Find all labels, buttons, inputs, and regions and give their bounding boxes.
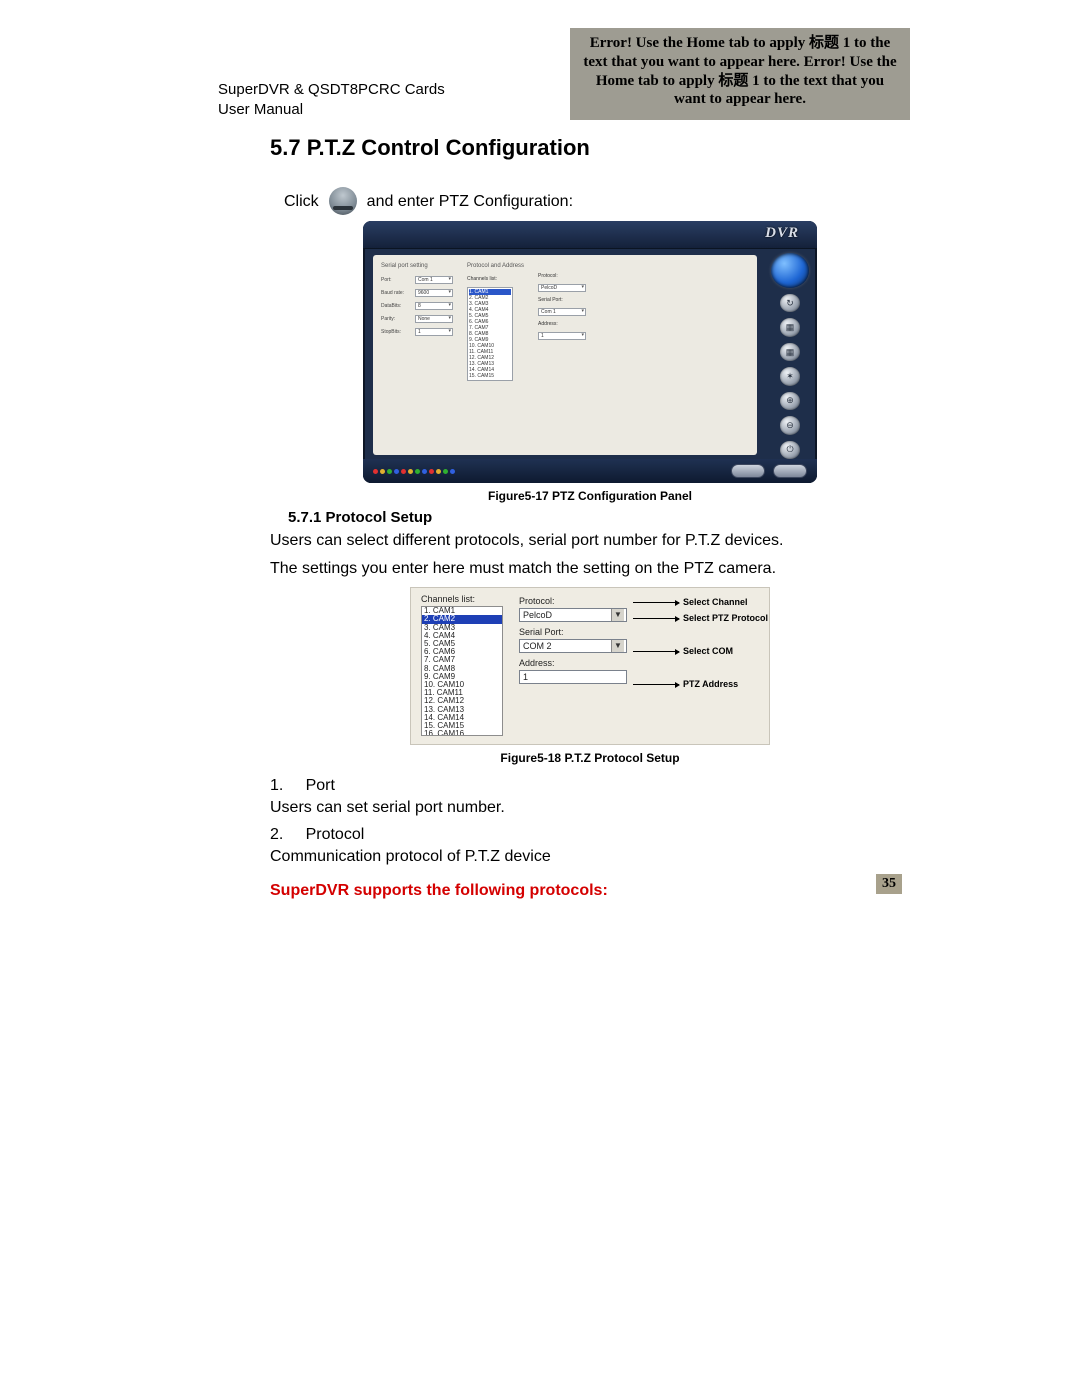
led-icon <box>394 469 399 474</box>
side-button[interactable]: ⊕ <box>780 392 800 410</box>
address-label: Address: <box>519 658 759 668</box>
serialport-label: Serial Port: <box>519 627 759 637</box>
annot-select-protocol: Select PTZ Protocol <box>683 613 768 623</box>
led-icon <box>436 469 441 474</box>
stopbits-dropdown[interactable]: 1 <box>415 328 453 336</box>
ptz-form-area: Serial port setting Port: Com 1 Baud rate… <box>373 255 757 455</box>
ptz-joystick-icon[interactable] <box>771 253 809 288</box>
stopbits-label: StopBits: <box>381 329 411 335</box>
fig1-channel-list[interactable]: 1. CAM1 2. CAM2 3. CAM3 4. CAM4 5. CAM5 … <box>467 287 513 381</box>
item1-desc: Users can set serial port number. <box>270 797 910 819</box>
databits-dropdown[interactable]: 8 <box>415 302 453 310</box>
serialport-dropdown[interactable]: Com 1 <box>538 308 586 316</box>
list-item[interactable]: 15. CAM15 <box>469 373 511 379</box>
footer-button[interactable] <box>773 464 807 478</box>
parity-dropdown[interactable]: None <box>415 315 453 323</box>
dvr-side-controls: ↻ ▦ ▦ ✶ ⊕ ⊖ ⏻ <box>763 249 817 459</box>
address-label: Address: <box>538 321 586 327</box>
led-icon <box>429 469 434 474</box>
item2-desc: Communication protocol of P.T.Z device <box>270 846 910 868</box>
led-icon <box>450 469 455 474</box>
section-heading: 5.7 P.T.Z Control Configuration <box>270 135 910 161</box>
ptz-config-panel: DVR Serial port setting Port: Com 1 Baud … <box>363 221 817 483</box>
led-icon <box>443 469 448 474</box>
annot-ptz-address: PTZ Address <box>683 679 738 689</box>
channel-list-column: Protocol and Address Channels list: 1. C… <box>467 263 524 447</box>
led-icon <box>415 469 420 474</box>
click-instruction: Click and enter PTZ Configuration: <box>284 183 910 211</box>
side-button[interactable]: ⊖ <box>780 416 800 434</box>
supported-protocols-note: SuperDVR supports the following protocol… <box>270 882 910 900</box>
page-number: 35 <box>876 874 902 894</box>
protocol-section-title: Protocol and Address <box>467 263 524 269</box>
baud-dropdown[interactable]: 9600 <box>415 289 453 297</box>
address-input[interactable]: 1 <box>538 332 586 340</box>
doc-title-line2: User Manual <box>218 100 445 120</box>
port-label: Port: <box>381 277 411 283</box>
item2-num: 2. <box>270 826 283 843</box>
header-error-banner: Error! Use the Home tab to apply 标题 1 to… <box>570 28 910 120</box>
doc-title-line1: SuperDVR & QSDT8PCRC Cards <box>218 80 445 100</box>
arrow-line <box>633 618 679 619</box>
arrow-line <box>633 602 679 603</box>
dvr-titlebar: DVR <box>363 221 817 249</box>
parity-label: Parity: <box>381 316 411 322</box>
led-icon <box>380 469 385 474</box>
list-item[interactable]: 16. CAM16 <box>422 730 502 736</box>
click-prefix-text: Click <box>284 193 319 211</box>
footer-button[interactable] <box>731 464 765 478</box>
figure-5-18: Channels list: 1. CAM1 2. CAM2 3. CAM3 4… <box>270 587 910 765</box>
subsection-heading: 5.7.1 Protocol Setup <box>288 509 910 526</box>
chlist-label: Channels list: <box>467 276 524 282</box>
side-button[interactable]: ▦ <box>780 343 800 361</box>
led-icon <box>408 469 413 474</box>
serial-port-settings: Serial port setting Port: Com 1 Baud rate… <box>381 263 453 447</box>
paragraph: The settings you enter here must match t… <box>270 558 910 580</box>
serial-section-title: Serial port setting <box>381 263 453 269</box>
paragraph: Users can select different protocols, se… <box>270 530 910 552</box>
dvr-footer <box>363 459 817 483</box>
dvr-logo: DVR <box>765 225 799 242</box>
item2-title: Protocol <box>306 826 365 843</box>
side-button[interactable]: ⏻ <box>780 441 800 459</box>
address-input[interactable]: 1 <box>519 670 627 684</box>
figure-5-17: DVR Serial port setting Port: Com 1 Baud … <box>270 221 910 503</box>
led-icon <box>387 469 392 474</box>
channel-column: Channels list: 1. CAM1 2. CAM2 3. CAM3 4… <box>421 594 507 736</box>
serialport-combo[interactable]: COM 2 <box>519 639 627 653</box>
led-icon <box>373 469 378 474</box>
arrow-line <box>633 684 679 685</box>
annot-select-channel: Select Channel <box>683 597 748 607</box>
document-header: SuperDVR & QSDT8PCRC Cards User Manual <box>218 80 445 121</box>
figure1-caption: Figure5-17 PTZ Configuration Panel <box>488 489 692 503</box>
page-content: 5.7 P.T.Z Control Configuration Click an… <box>270 135 910 900</box>
click-suffix-text: and enter PTZ Configuration: <box>367 193 573 211</box>
item1-title: Port <box>306 777 335 794</box>
protocol-column: Protocol: PelcoD Serial Port: Com 1 Addr… <box>538 263 586 447</box>
chlist-label: Channels list: <box>421 594 507 604</box>
side-button[interactable]: ✶ <box>780 367 800 385</box>
item1-num: 1. <box>270 777 283 794</box>
protocol-label: Protocol: <box>538 273 586 279</box>
definition-list: 1. Port Users can set serial port number… <box>270 775 910 867</box>
serialport-label: Serial Port: <box>538 297 586 303</box>
fig2-channel-list[interactable]: 1. CAM1 2. CAM2 3. CAM3 4. CAM4 5. CAM5 … <box>421 606 503 736</box>
annot-select-com: Select COM <box>683 646 733 656</box>
baud-label: Baud rate: <box>381 290 411 296</box>
led-icon <box>422 469 427 474</box>
protocol-setup-panel: Channels list: 1. CAM1 2. CAM2 3. CAM3 4… <box>410 587 770 745</box>
ptz-icon <box>329 187 357 215</box>
protocol-dropdown[interactable]: PelcoD <box>538 284 586 292</box>
figure2-caption: Figure5-18 P.T.Z Protocol Setup <box>500 751 679 765</box>
arrow-line <box>633 651 679 652</box>
led-icon <box>401 469 406 474</box>
side-button[interactable]: ↻ <box>780 294 800 312</box>
databits-label: DataBits: <box>381 303 411 309</box>
side-button[interactable]: ▦ <box>780 318 800 336</box>
protocol-combo[interactable]: PelcoD <box>519 608 627 622</box>
port-dropdown[interactable]: Com 1 <box>415 276 453 284</box>
